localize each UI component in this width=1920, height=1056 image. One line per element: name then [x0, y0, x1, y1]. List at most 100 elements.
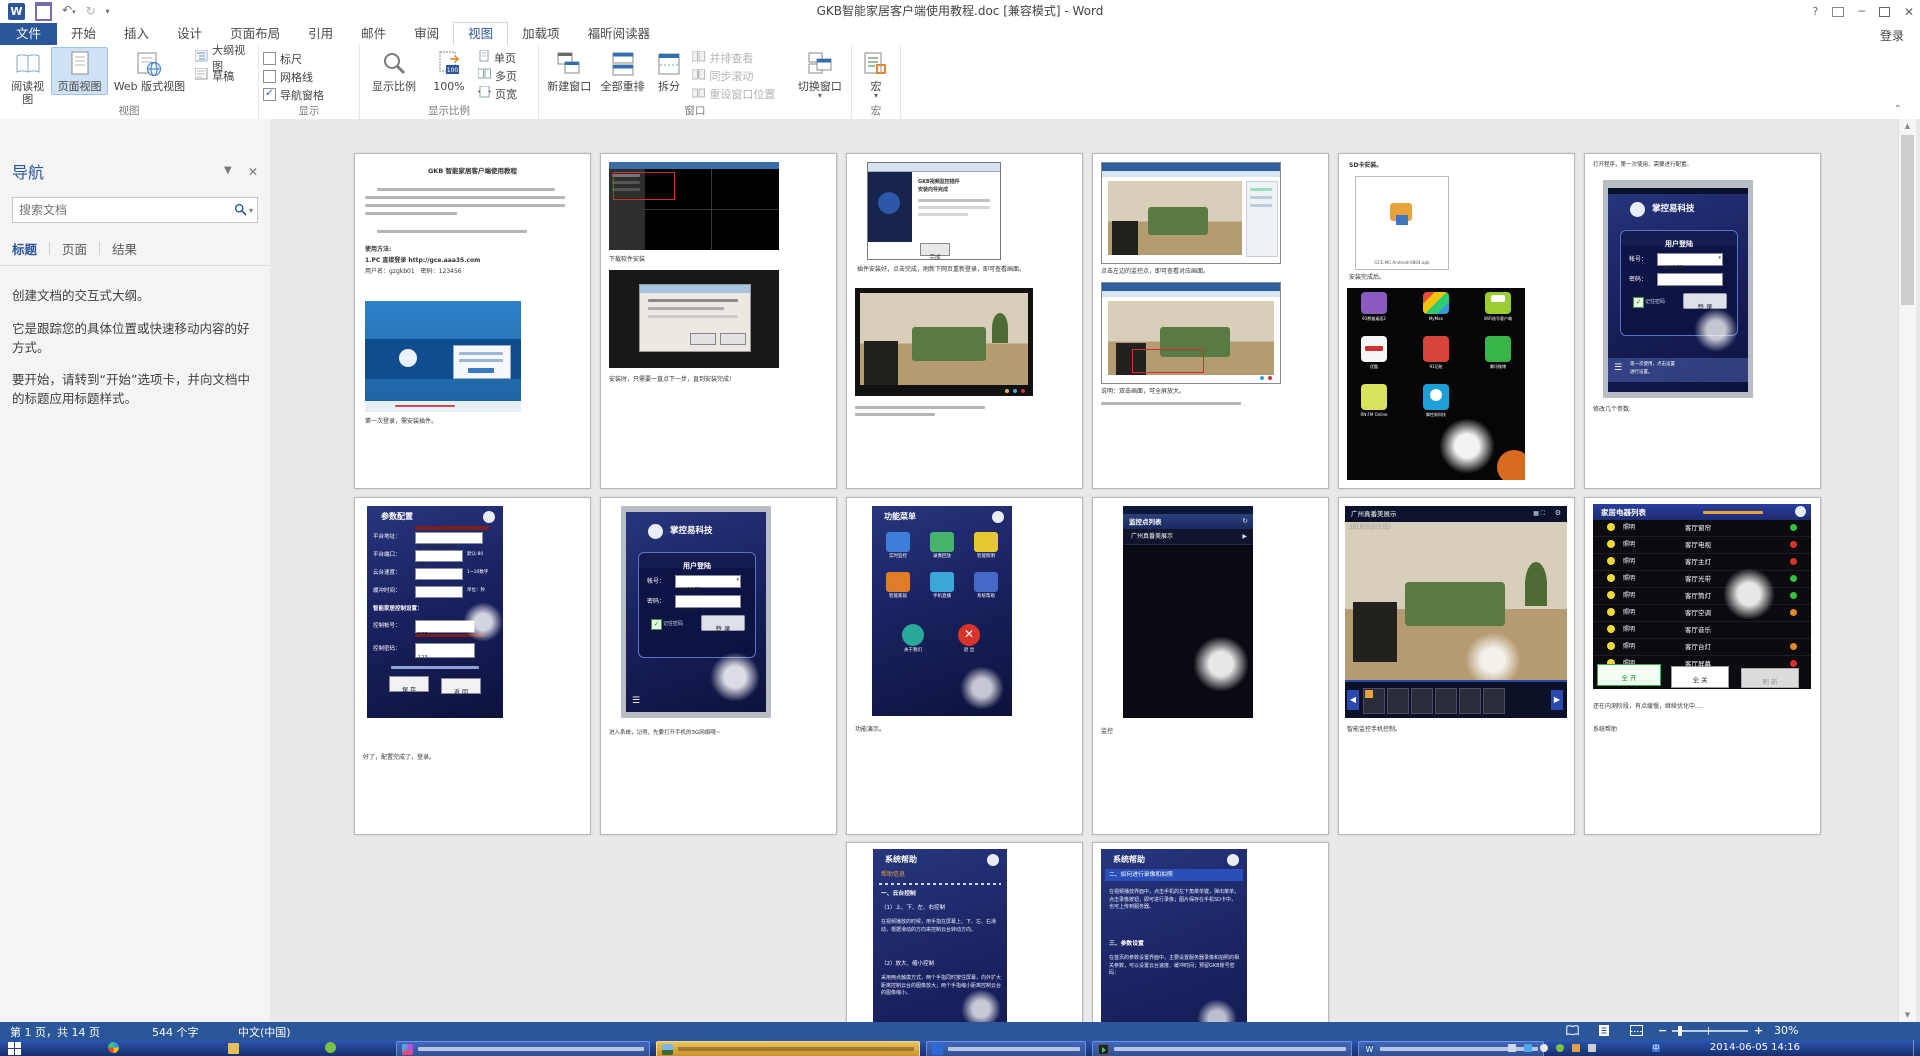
phone-help-screenshot-1: 系统帮助 帮助信息 一、云台控制 （1）上、下、左、右控制 在视频播放的时候，用… [873, 849, 1007, 1022]
tray-icon[interactable] [1572, 1044, 1580, 1052]
sign-in-link[interactable]: 登录 [1880, 27, 1904, 44]
app-label: 91记账 [1411, 364, 1461, 369]
doc-page-2[interactable]: 下载软件安装 安装时，只需要一直点下一步，直到安装完成! [600, 153, 837, 489]
reset-window-position-button[interactable]: 重设窗口位置 [692, 86, 788, 101]
doc-page-10[interactable]: 监控点列表 ↻ 广州真番美展示 ▶ 监控 [1092, 497, 1329, 835]
gridlines-checkbox[interactable]: 网格线 [263, 69, 355, 84]
doc-page-7[interactable]: 参数配置 平台地址： gce.aaa35.com 平台端口： 80 默认:80 … [354, 497, 591, 835]
macros-button[interactable]: 宏 ▾ [856, 47, 896, 101]
close-button[interactable]: ✕ [1904, 5, 1914, 19]
read-mode-view-icon[interactable] [1566, 1025, 1579, 1039]
synchronous-scrolling-button[interactable]: 同步滚动 [692, 68, 788, 83]
doc-page-12[interactable]: 家居电器列表 照明 客厅窗帘 照明 客厅电视 照明 客厅主灯 [1584, 497, 1821, 835]
browser-pinned-icon[interactable] [108, 1042, 119, 1053]
doc-page-11[interactable]: 广州真番美展示 ▦ ⛶ ⚙ 2014-06-05 14:36 ◀ ▶ [1338, 497, 1575, 835]
scroll-down-icon[interactable]: ▼ [1899, 1011, 1916, 1019]
tab-references[interactable]: 引用 [294, 23, 347, 45]
nav-tab-results[interactable]: 结果 [100, 239, 149, 258]
security-pinned-icon[interactable] [325, 1042, 336, 1053]
maximize-button[interactable] [1879, 7, 1890, 17]
page-indicator[interactable]: 第 1 页，共 14 页 [10, 1024, 100, 1040]
tab-foxit[interactable]: 福昕阅读器 [574, 23, 665, 45]
start-button[interactable] [8, 1042, 21, 1055]
taskbar-clock[interactable]: 2014-06-05 14:16 [1710, 1042, 1800, 1053]
input-method-icon[interactable]: 中 [1652, 1044, 1660, 1052]
nav-dropdown-icon[interactable]: ▼ [224, 165, 232, 176]
dropdown-arrow-icon: ▾ [818, 93, 822, 99]
zoom-100-button[interactable]: 100 100% [424, 47, 474, 95]
read-mode-button[interactable]: 阅读视图 [4, 47, 51, 108]
one-page-button[interactable]: 单页 [478, 50, 517, 65]
doc-page-6[interactable]: 打开程序，第一次使用，需要进行配置。 掌控易科技 用户登陆 帐号： gzgkb0… [1584, 153, 1821, 489]
outline-view-button[interactable]: 大纲视图 [195, 50, 250, 65]
taskbar-window-1[interactable] [396, 1041, 650, 1056]
zoom-button[interactable]: 显示比例 [364, 47, 424, 95]
nav-close-icon[interactable]: ✕ [248, 165, 258, 179]
web-layout-button[interactable]: Web 版式视图 [108, 47, 191, 95]
tray-icon[interactable] [1540, 1044, 1548, 1052]
zoom-in-button[interactable]: + [1754, 1024, 1763, 1037]
vertical-scrollbar[interactable]: ▲ ▼ [1898, 119, 1916, 1022]
doc-page-8[interactable]: 掌控易科技 用户登陆 帐号： gzgkb01 ▾ 密码： •••••• ✓ [600, 497, 837, 835]
tray-icon[interactable] [1556, 1044, 1564, 1052]
doc-page-1[interactable]: GKB 智能家居客户端使用教程 使用方法: 1.PC 直接登录 http://g… [354, 153, 591, 489]
tab-file[interactable]: 文件 [0, 23, 57, 45]
print-layout-view-icon[interactable] [1598, 1025, 1610, 1039]
new-window-button[interactable]: 新建窗口 [543, 47, 595, 95]
draft-view-button[interactable]: 草稿 [195, 68, 250, 83]
doc-page-5[interactable]: SD卡安装。 GCE.MC.Android-0804.apk 安装完成后。 91… [1338, 153, 1575, 489]
search-dropdown-icon[interactable]: ▾ [249, 206, 253, 215]
tab-design[interactable]: 设计 [163, 23, 216, 45]
page-width-button[interactable]: 页宽 [478, 86, 517, 101]
arrange-all-button[interactable]: 全部重排 [595, 47, 649, 95]
zoom-slider[interactable] [1672, 1030, 1748, 1032]
tab-insert[interactable]: 插入 [110, 23, 163, 45]
taskbar-window-2-active[interactable] [656, 1041, 920, 1056]
minimize-button[interactable]: ─ [1858, 5, 1865, 18]
nav-tab-pages[interactable]: 页面 [50, 239, 99, 258]
ruler-checkbox[interactable]: 标尺 [263, 51, 355, 66]
status-dot [1790, 524, 1797, 531]
tray-icon[interactable] [1588, 1044, 1596, 1052]
split-button[interactable]: 拆分 [650, 47, 689, 95]
view-side-by-side-button[interactable]: 并排查看 [692, 50, 788, 65]
scrollbar-thumb[interactable] [1901, 135, 1914, 305]
ribbon-display-options-icon[interactable] [1832, 7, 1844, 17]
taskbar-window-4[interactable] [1092, 1041, 1352, 1056]
tray-icon[interactable] [1508, 1044, 1516, 1052]
reset-window-icon [692, 87, 705, 101]
web-layout-view-icon[interactable] [1630, 1025, 1643, 1039]
multiple-pages-button[interactable]: 多页 [478, 68, 517, 83]
print-layout-button[interactable]: 页面视图 [51, 47, 107, 95]
tab-addins[interactable]: 加载项 [508, 23, 574, 45]
show-desktop-button[interactable] [1913, 1040, 1920, 1056]
doc-page-13[interactable]: 系统帮助 帮助信息 一、云台控制 （1）上、下、左、右控制 在视频播放的时候，用… [846, 842, 1083, 1022]
tray-icon[interactable] [1524, 1044, 1532, 1052]
search-input[interactable] [13, 203, 232, 217]
scroll-up-icon[interactable]: ▲ [1899, 122, 1916, 130]
doc-page-3[interactable]: GKB视频监控插件 安装向导完成 完成 插件安装好，点击完成，刷新下网页重新登录… [846, 153, 1083, 489]
doc-page-4[interactable]: 点击左边的监控点，即可查看对应画面。 说明：双击画面，可全屏放大。 [1092, 153, 1329, 489]
folder-pinned-icon[interactable] [228, 1043, 239, 1054]
taskbar-window-word[interactable]: W [1358, 1041, 1544, 1056]
taskbar-window-3[interactable] [926, 1041, 1086, 1056]
tab-home[interactable]: 开始 [57, 23, 110, 45]
navigation-pane-checkbox[interactable]: ✓ 导航窗格 [263, 87, 355, 102]
collapse-ribbon-button[interactable]: ⌃ [1894, 104, 1902, 115]
tab-mailings[interactable]: 邮件 [347, 23, 400, 45]
zoom-slider-thumb[interactable] [1678, 1026, 1682, 1036]
zoom-out-button[interactable]: − [1658, 1024, 1667, 1037]
word-count[interactable]: 544 个字 [152, 1024, 199, 1040]
doc-page-14[interactable]: 系统帮助 二、如何进行录像和拍照 在视频播放界面中，点击手机的左下角菜单键，弹出… [1092, 842, 1329, 1022]
help-button[interactable]: ? [1812, 5, 1818, 18]
switch-windows-button[interactable]: 切换窗口 ▾ [793, 47, 847, 101]
language-indicator[interactable]: 中文(中国) [238, 1024, 291, 1040]
zoom-level[interactable]: 30% [1774, 1024, 1798, 1037]
device-name: 客厅窗帘 [1685, 524, 1711, 532]
search-icon[interactable] [234, 201, 247, 220]
tab-view[interactable]: 视图 [453, 22, 508, 46]
search-box[interactable]: ▾ [12, 197, 258, 223]
nav-tab-headings[interactable]: 标题 [12, 239, 49, 258]
tab-review[interactable]: 审阅 [400, 23, 453, 45]
doc-page-9[interactable]: 功能菜单 实时监控 录像回放 智能照明 智能家居 手机直播 系统帮助 关于我们 … [846, 497, 1083, 835]
